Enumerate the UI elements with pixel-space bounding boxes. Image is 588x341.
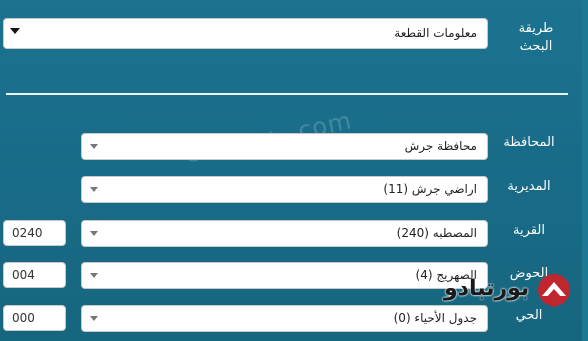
logo-text: بورتبادو [444,276,530,301]
basin-code-input[interactable]: 004 [3,262,66,288]
search-method-label: طريقة البحث [518,21,554,54]
village-code-input[interactable]: 0240 [3,220,66,246]
map-pin-icon [538,274,570,307]
chevron-down-icon [10,28,20,34]
governorate-value: محافظة جرش [404,139,477,153]
village-value: المصطبه (240) [396,226,477,240]
search-method-select[interactable]: معلومات القطعة [3,18,488,49]
section-divider [6,93,568,95]
brand-logo: بورتبادو [444,272,584,314]
directorate-value: اراضي جرش (11) [383,182,477,196]
chevron-down-icon [90,187,98,192]
search-method-value: معلومات القطعة [394,26,477,40]
governorate-label: المحافظة [503,135,555,150]
chevron-down-icon [90,273,98,278]
village-label: القرية [513,223,545,238]
directorate-select[interactable]: اراضي جرش (11) [81,176,488,203]
chevron-down-icon [90,316,98,321]
chevron-down-icon [90,144,98,149]
governorate-select[interactable]: محافظة جرش [81,133,488,160]
directorate-label: المديرية [507,179,551,194]
neighborhood-select[interactable]: جدول الأحياء (0) [81,305,488,332]
neighborhood-code-input[interactable]: 000 [3,305,66,331]
village-select[interactable]: المصطبه (240) [81,220,488,247]
scrollbar[interactable] [582,0,588,341]
search-panel: طريقة البحث معلومات القطعة © www. .com ا… [0,0,588,341]
basin-select[interactable]: الصهريج (4) [81,262,488,289]
chevron-down-icon [90,231,98,236]
